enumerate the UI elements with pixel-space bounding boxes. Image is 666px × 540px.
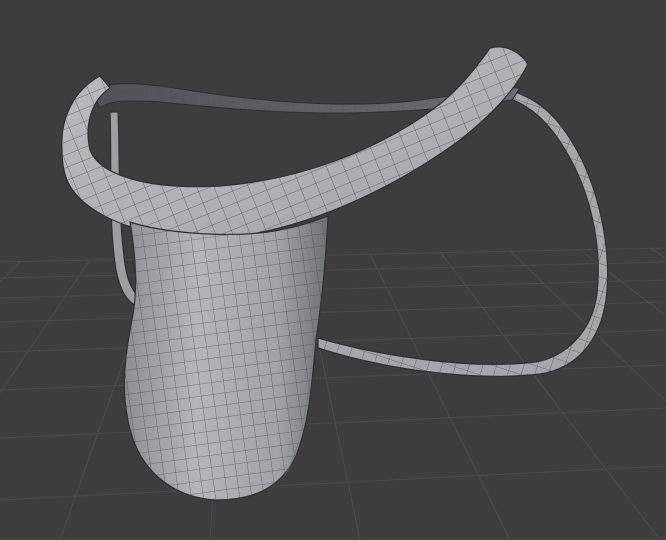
3d-viewport[interactable] [0,0,666,540]
pouch[interactable] [123,215,329,501]
viewport-canvas[interactable] [0,0,666,540]
floor-grid [0,247,666,540]
waistband-front[interactable] [61,46,529,239]
